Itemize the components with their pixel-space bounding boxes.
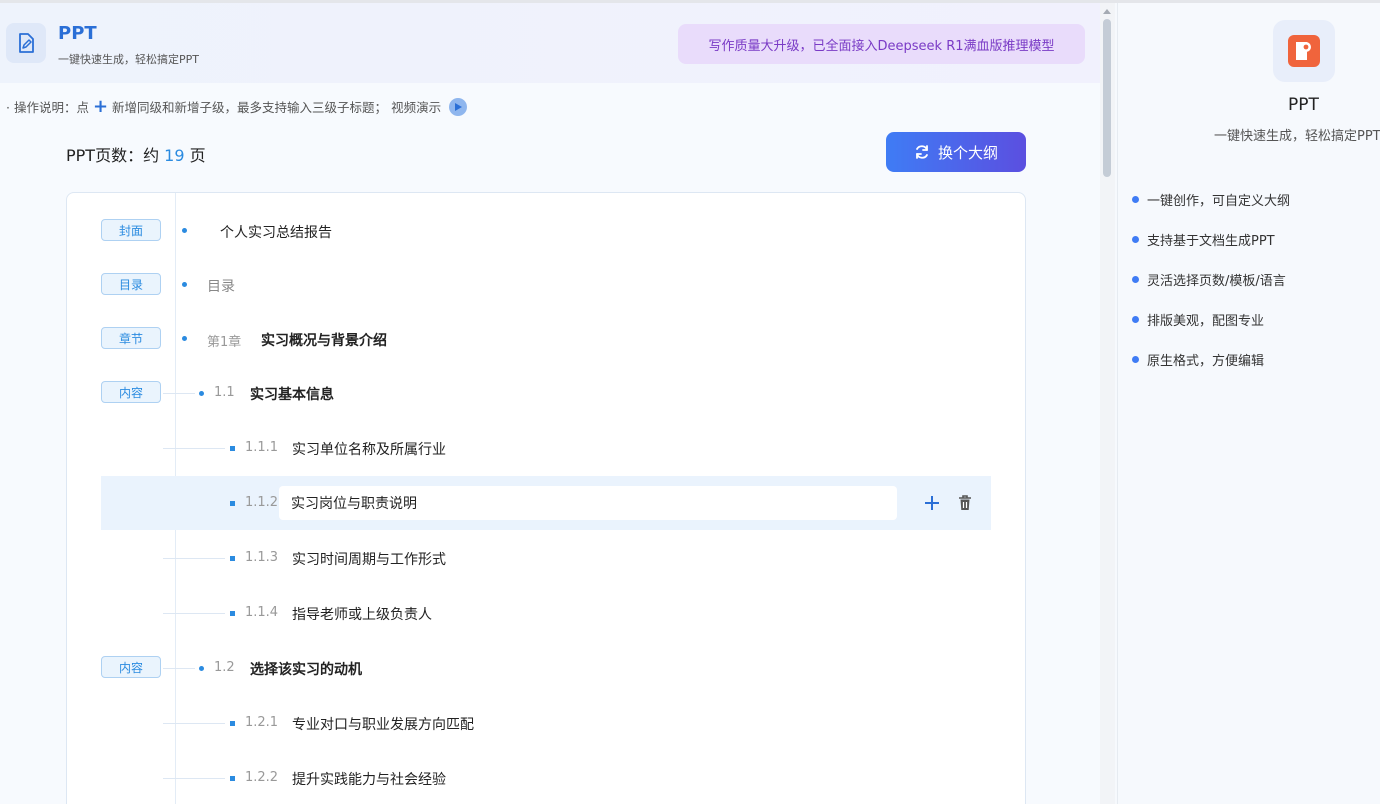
instructions-suffix: 新增同级和新增子级，最多支持输入三级子标题； bbox=[112, 100, 388, 115]
row-type-tag: 封面 bbox=[101, 219, 161, 241]
bullet-dot bbox=[1132, 196, 1139, 203]
row-number: 1.2.1 bbox=[245, 715, 279, 730]
info-sidebar: PPT 一键快速生成，轻松搞定PPT 一键创作，可自定义大纲 支持基于文档生成P… bbox=[1117, 3, 1380, 804]
row-title[interactable]: 选择该实习的动机 bbox=[250, 659, 362, 679]
row-number: 1.2 bbox=[214, 660, 235, 675]
row-number: 1.2.2 bbox=[245, 770, 279, 785]
feature-item: 排版美观，配图专业 bbox=[1132, 310, 1264, 329]
level-dot bbox=[182, 228, 187, 233]
plus-icon: + bbox=[92, 95, 109, 117]
level-dot bbox=[182, 282, 187, 287]
app-title: PPT bbox=[58, 23, 97, 44]
upgrade-banner[interactable]: 写作质量大升级，已全面接入Deepseek R1满血版推理模型 bbox=[678, 24, 1085, 64]
page-count-unit: 页 bbox=[189, 146, 206, 165]
outline-row[interactable]: 1.1.1 实习单位名称及所属行业 bbox=[67, 421, 1025, 475]
row-title[interactable]: 实习基本信息 bbox=[250, 384, 334, 404]
document-edit-icon bbox=[6, 23, 46, 63]
tree-connector bbox=[163, 778, 225, 779]
bullet-dot bbox=[1132, 236, 1139, 243]
level-square bbox=[230, 446, 235, 451]
feature-text: 原生格式，方便编辑 bbox=[1147, 354, 1265, 369]
level-square bbox=[230, 776, 235, 781]
row-number: 1.1.3 bbox=[245, 550, 279, 565]
outline-row-active[interactable]: 1.1.2 bbox=[101, 476, 991, 530]
tree-connector bbox=[163, 668, 195, 669]
tree-connector bbox=[163, 393, 195, 394]
level-dot bbox=[199, 666, 204, 671]
add-child-icon[interactable] bbox=[922, 493, 942, 513]
outline-row[interactable]: 1.2.2 提升实践能力与社会经验 bbox=[67, 751, 1025, 804]
page-count: PPT页数：约 19 页 bbox=[66, 142, 206, 166]
level-square bbox=[230, 611, 235, 616]
level-dot bbox=[199, 391, 204, 396]
video-demo-link[interactable]: 视频演示 bbox=[391, 97, 441, 116]
instructions-prefix: · 操作说明：点 bbox=[6, 100, 89, 115]
row-type-tag: 内容 bbox=[101, 656, 161, 678]
row-title[interactable]: 实习时间周期与工作形式 bbox=[292, 549, 446, 569]
main-panel: PPT 一键快速生成，轻松搞定PPT 写作质量大升级，已全面接入Deepseek… bbox=[0, 3, 1115, 804]
level-square bbox=[230, 501, 235, 506]
change-outline-button[interactable]: 换个大纲 bbox=[886, 132, 1026, 172]
sidebar-subtitle: 一键快速生成，轻松搞定PPT bbox=[1214, 129, 1380, 144]
tree-connector bbox=[163, 723, 225, 724]
feature-item: 一键创作，可自定义大纲 bbox=[1132, 190, 1290, 209]
row-type-tag: 目录 bbox=[101, 273, 161, 295]
tree-connector bbox=[163, 613, 225, 614]
row-title-input[interactable] bbox=[279, 486, 897, 520]
row-title[interactable]: 个人实习总结报告 bbox=[220, 222, 332, 242]
outline-row[interactable]: 1.1.4 指导老师或上级负责人 bbox=[67, 586, 1025, 640]
app-subtitle: 一键快速生成，轻松搞定PPT bbox=[58, 53, 199, 66]
outline-row[interactable]: 内容 1.2 选择该实习的动机 bbox=[67, 641, 1025, 695]
outline-row[interactable]: 章节 第1章 实习概况与背景介绍 bbox=[67, 312, 1025, 366]
level-dot bbox=[182, 336, 187, 341]
outline-row[interactable]: 目录 目录 bbox=[67, 258, 1025, 312]
row-title[interactable]: 提升实践能力与社会经验 bbox=[292, 769, 446, 789]
feature-item: 灵活选择页数/模板/语言 bbox=[1132, 270, 1286, 289]
outline-row[interactable]: 1.2.1 专业对口与职业发展方向匹配 bbox=[67, 696, 1025, 750]
row-title[interactable]: 实习单位名称及所属行业 bbox=[292, 439, 446, 459]
row-title[interactable]: 目录 bbox=[207, 276, 235, 296]
powerpoint-icon bbox=[1273, 20, 1335, 82]
outline-editor: 封面 个人实习总结报告 目录 目录 章节 第1章 实习概况与背景介绍 内容 1.… bbox=[66, 192, 1026, 804]
outline-row[interactable]: 内容 1.1 实习基本信息 bbox=[67, 366, 1025, 420]
feature-text: 支持基于文档生成PPT bbox=[1147, 234, 1275, 249]
feature-text: 灵活选择页数/模板/语言 bbox=[1147, 274, 1286, 289]
bullet-dot bbox=[1132, 316, 1139, 323]
refresh-icon bbox=[916, 145, 928, 159]
row-type-tag: 内容 bbox=[101, 381, 161, 403]
row-number: 1.1.2 bbox=[245, 495, 279, 510]
bullet-dot bbox=[1132, 276, 1139, 283]
page-count-value: 19 bbox=[164, 146, 185, 165]
row-number: 1.1.1 bbox=[245, 440, 279, 455]
row-number: 1.1.4 bbox=[245, 605, 279, 620]
row-number: 第1章 bbox=[207, 335, 242, 350]
instructions: · 操作说明：点 + 新增同级和新增子级，最多支持输入三级子标题； 视频演示 bbox=[6, 95, 468, 117]
outline-row[interactable]: 1.1.3 实习时间周期与工作形式 bbox=[67, 531, 1025, 585]
sidebar-title: PPT bbox=[1288, 95, 1319, 115]
change-outline-label: 换个大纲 bbox=[937, 143, 998, 162]
row-title[interactable]: 实习概况与背景介绍 bbox=[261, 330, 387, 350]
tree-connector bbox=[163, 448, 225, 449]
play-icon[interactable] bbox=[449, 97, 468, 116]
feature-text: 排版美观，配图专业 bbox=[1147, 314, 1265, 329]
bullet-dot bbox=[1132, 356, 1139, 363]
scroll-up-arrow-icon[interactable] bbox=[1103, 9, 1111, 14]
tree-connector bbox=[163, 558, 225, 559]
row-number: 1.1 bbox=[214, 385, 235, 400]
row-title[interactable]: 指导老师或上级负责人 bbox=[292, 604, 432, 624]
scrollbar-thumb[interactable] bbox=[1103, 19, 1111, 177]
feature-item: 原生格式，方便编辑 bbox=[1132, 350, 1264, 369]
page-count-label: PPT页数：约 bbox=[66, 146, 160, 165]
app-header: PPT 一键快速生成，轻松搞定PPT 写作质量大升级，已全面接入Deepseek… bbox=[0, 3, 1100, 83]
feature-item: 支持基于文档生成PPT bbox=[1132, 230, 1275, 249]
level-square bbox=[230, 721, 235, 726]
row-title[interactable]: 专业对口与职业发展方向匹配 bbox=[292, 714, 474, 734]
trash-icon[interactable] bbox=[955, 493, 975, 513]
level-square bbox=[230, 556, 235, 561]
outline-row[interactable]: 封面 个人实习总结报告 bbox=[67, 204, 1025, 258]
row-type-tag: 章节 bbox=[101, 327, 161, 349]
feature-text: 一键创作，可自定义大纲 bbox=[1147, 194, 1291, 209]
